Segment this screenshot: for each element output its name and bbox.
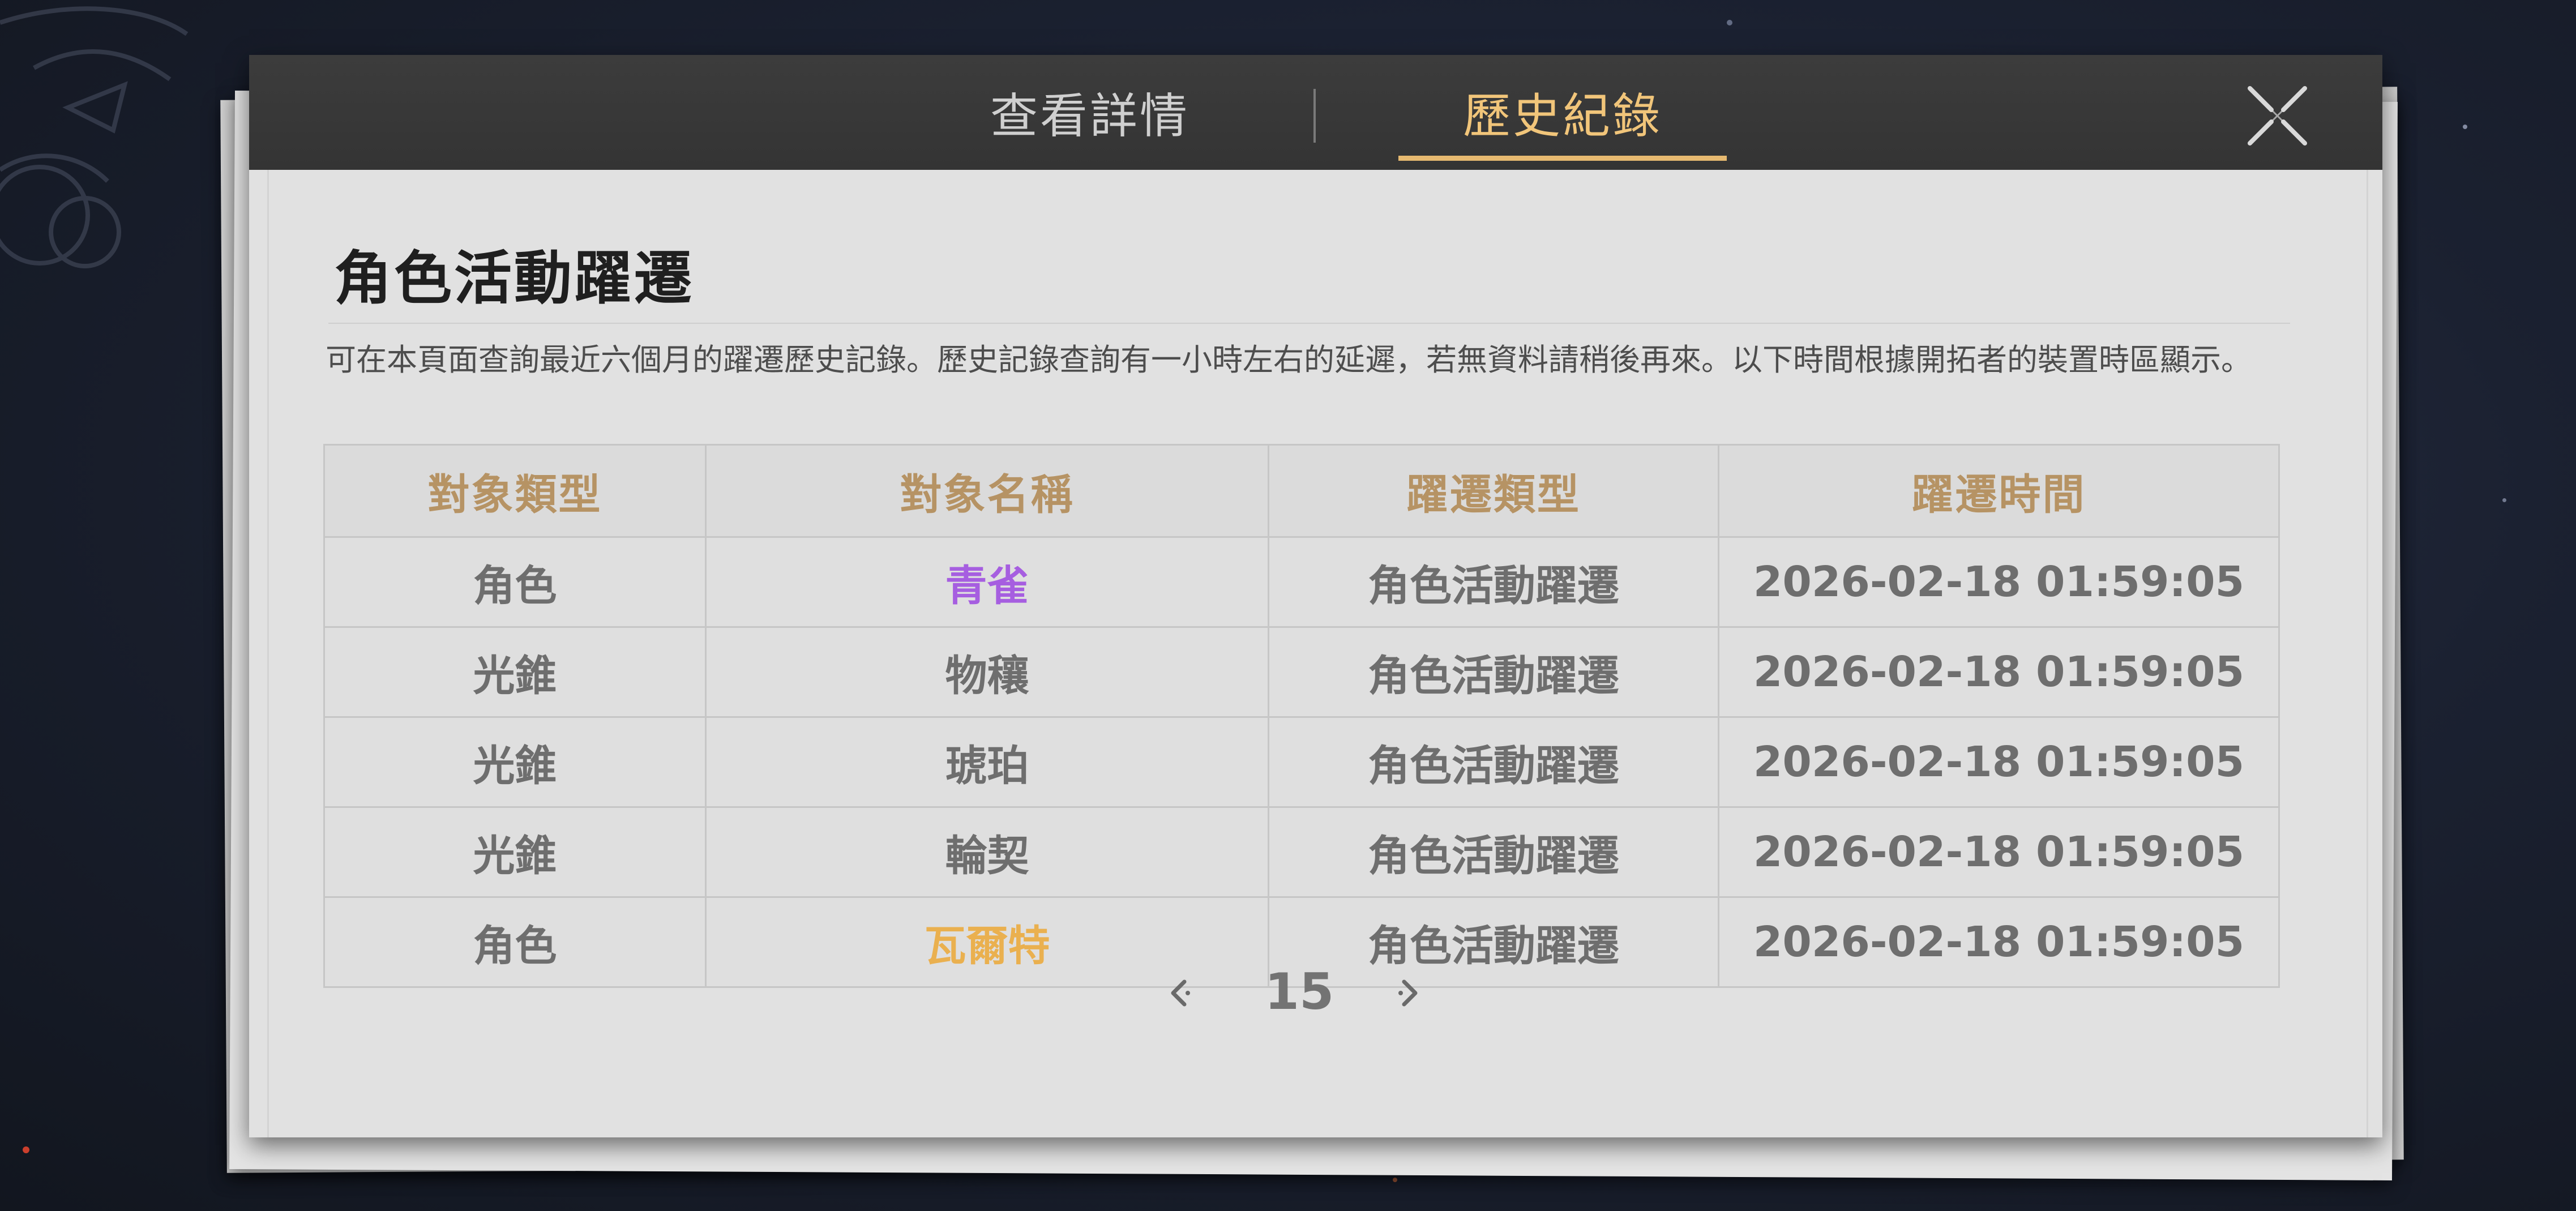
cell-item-name: 青雀 bbox=[705, 536, 1269, 628]
close-button[interactable] bbox=[2242, 80, 2313, 151]
next-page-button[interactable] bbox=[1390, 975, 1427, 1011]
chevron-right-icon bbox=[1398, 979, 1418, 1007]
cell-item-type: 光錐 bbox=[323, 806, 707, 898]
history-description: 可在本頁面查詢最近六個月的躍遷歷史記錄。歷史記錄查詢有一小時左右的延遲，若無資料… bbox=[326, 342, 2252, 378]
cell-item-name: 物穰 bbox=[705, 626, 1269, 718]
cell-warp-time: 2026-02-18 01:59:05 bbox=[1718, 716, 2280, 808]
header-item-name: 對象名稱 bbox=[705, 444, 1269, 538]
background-star bbox=[2463, 125, 2467, 129]
chevron-left-icon bbox=[1171, 979, 1190, 1007]
background-star bbox=[1393, 1178, 1397, 1182]
current-page-number: 15 bbox=[1264, 962, 1334, 1021]
cell-warp-time: 2026-02-18 01:59:05 bbox=[1718, 536, 2280, 628]
tab-divider bbox=[1313, 89, 1316, 143]
background-star bbox=[23, 1146, 29, 1153]
dialog-header: 查看詳情 歷史紀錄 bbox=[249, 55, 2382, 170]
title-divider bbox=[328, 323, 2290, 324]
table-row: 光錐 輪契 角色活動躍遷 2026-02-18 01:59:05 bbox=[323, 806, 2280, 898]
cell-item-type: 光錐 bbox=[323, 626, 707, 718]
previous-page-button[interactable] bbox=[1162, 975, 1198, 1011]
active-tab-underline bbox=[1398, 156, 1727, 161]
cell-warp-type: 角色活動躍遷 bbox=[1268, 536, 1719, 628]
header-item-type: 對象類型 bbox=[323, 444, 707, 538]
table-row: 光錐 琥珀 角色活動躍遷 2026-02-18 01:59:05 bbox=[323, 716, 2280, 808]
cell-warp-type: 角色活動躍遷 bbox=[1268, 626, 1719, 718]
cell-warp-time: 2026-02-18 01:59:05 bbox=[1718, 806, 2280, 898]
warp-history-dialog: 查看詳情 歷史紀錄 角色活動躍遷 可在本頁面查詢最近六個月的躍遷歷史記錄。歷史記… bbox=[249, 55, 2382, 1137]
table-row: 光錐 物穰 角色活動躍遷 2026-02-18 01:59:05 bbox=[323, 626, 2280, 718]
cell-warp-type: 角色活動躍遷 bbox=[1268, 806, 1719, 898]
cell-warp-type: 角色活動躍遷 bbox=[1268, 716, 1719, 808]
pagination: 15 bbox=[249, 958, 2382, 1026]
background-star bbox=[2502, 498, 2506, 502]
close-icon bbox=[2248, 86, 2307, 146]
header-warp-type: 躍遷類型 bbox=[1268, 444, 1719, 538]
tab-view-details[interactable]: 查看詳情 bbox=[923, 55, 1257, 170]
cell-item-name: 琥珀 bbox=[705, 716, 1269, 808]
cell-item-type: 光錐 bbox=[323, 716, 707, 808]
cell-item-name: 輪契 bbox=[705, 806, 1269, 898]
header-warp-time: 躍遷時間 bbox=[1718, 444, 2280, 538]
table-row: 角色 青雀 角色活動躍遷 2026-02-18 01:59:05 bbox=[323, 536, 2280, 628]
page-title: 角色活動躍遷 bbox=[334, 245, 694, 313]
tab-history[interactable]: 歷史紀錄 bbox=[1398, 55, 1727, 170]
background-star bbox=[1727, 20, 1732, 25]
table-header-row: 對象類型 對象名稱 躍遷類型 躍遷時間 bbox=[323, 444, 2280, 538]
cell-warp-time: 2026-02-18 01:59:05 bbox=[1718, 626, 2280, 718]
cell-item-type: 角色 bbox=[323, 536, 707, 628]
warp-history-table: 對象類型 對象名稱 躍遷類型 躍遷時間 角色 青雀 角色活動躍遷 2026-02-18… bbox=[323, 444, 2280, 988]
dialog-body: 角色活動躍遷 可在本頁面查詢最近六個月的躍遷歷史記錄。歷史記錄查詢有一小時左右的… bbox=[249, 170, 2382, 1137]
